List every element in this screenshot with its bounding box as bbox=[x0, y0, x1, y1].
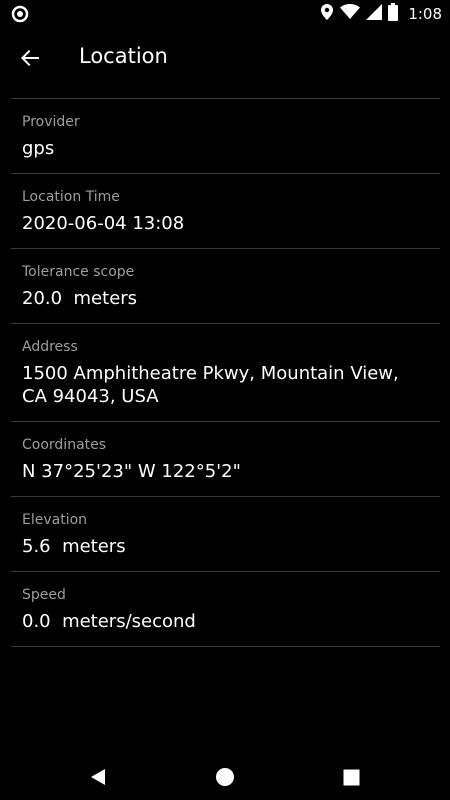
nav-back-button[interactable] bbox=[85, 764, 111, 790]
sync-icon bbox=[11, 5, 29, 23]
list-item-coordinates: Coordinates N 37°25'23" W 122°5'2" bbox=[11, 421, 440, 496]
battery-icon bbox=[388, 3, 399, 25]
system-nav-bar bbox=[0, 752, 450, 800]
list-item-speed: Speed 0.0 meters/second bbox=[11, 571, 440, 647]
list-item-elevation: Elevation 5.6 meters bbox=[11, 496, 440, 571]
status-icons: 1:08 bbox=[320, 3, 442, 25]
wifi-icon bbox=[340, 4, 361, 24]
nav-home-button[interactable] bbox=[212, 764, 238, 790]
item-label: Provider bbox=[22, 114, 80, 130]
item-value: 2020-06-04 13:08 bbox=[22, 213, 185, 234]
nav-recents-icon bbox=[343, 769, 359, 785]
item-label: Speed bbox=[22, 587, 66, 603]
item-label: Address bbox=[22, 339, 78, 355]
status-time: 1:08 bbox=[408, 5, 442, 23]
list-item-tolerance-scope: Tolerance scope 20.0 meters bbox=[11, 248, 440, 323]
app-bar: Location bbox=[0, 28, 450, 88]
item-label: Tolerance scope bbox=[22, 264, 135, 280]
location-info-list: Provider gps Location Time 2020-06-04 13… bbox=[11, 98, 440, 647]
item-value: gps bbox=[22, 138, 55, 159]
back-arrow-icon bbox=[21, 50, 39, 66]
list-item-location-time: Location Time 2020-06-04 13:08 bbox=[11, 173, 440, 248]
list-item-provider: Provider gps bbox=[11, 98, 440, 173]
item-value: 0.0 meters/second bbox=[22, 611, 196, 632]
location-icon bbox=[320, 3, 334, 25]
item-value: 20.0 meters bbox=[22, 288, 138, 309]
item-label: Coordinates bbox=[22, 437, 107, 453]
item-label: Location Time bbox=[22, 189, 120, 205]
item-value: N 37°25'23" W 122°5'2" bbox=[22, 461, 241, 482]
list-item-address: Address 1500 Amphitheatre Pkwy, Mountain… bbox=[11, 323, 440, 421]
item-label: Elevation bbox=[22, 512, 88, 528]
page-title: Location bbox=[79, 44, 168, 68]
back-button[interactable] bbox=[14, 42, 46, 74]
nav-recents-button[interactable] bbox=[338, 764, 364, 790]
nav-home-icon bbox=[216, 768, 234, 786]
status-bar: 1:08 bbox=[0, 0, 450, 28]
nav-back-icon bbox=[91, 769, 105, 785]
item-value: 1500 Amphitheatre Pkwy, Mountain View, C… bbox=[22, 363, 399, 407]
item-value: 5.6 meters bbox=[22, 536, 126, 557]
signal-icon bbox=[366, 4, 383, 24]
